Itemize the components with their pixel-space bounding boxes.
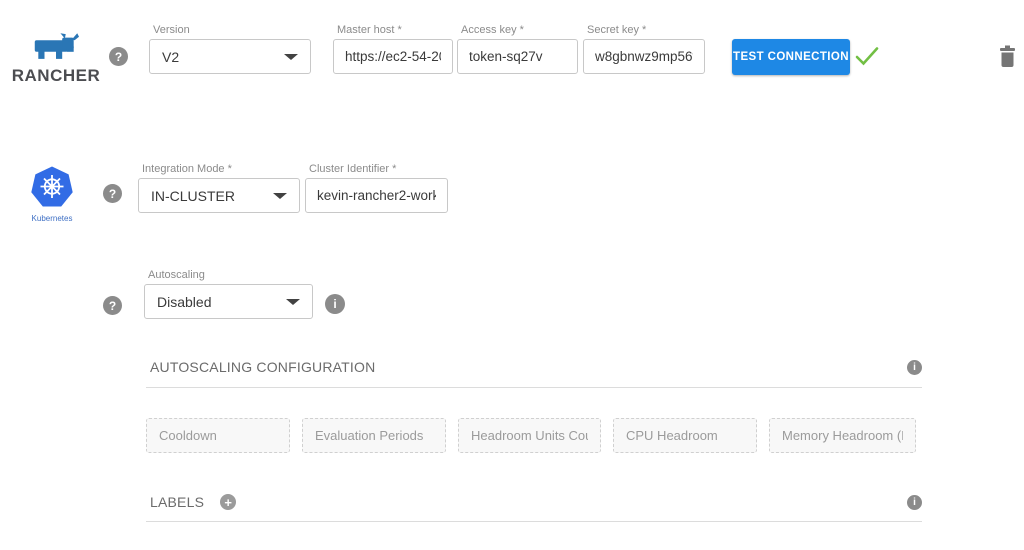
cluster-identifier-field: Cluster Identifier * xyxy=(305,163,448,213)
rancher-help-icon[interactable]: ? xyxy=(109,47,128,66)
labels-section: LABELS + i xyxy=(146,492,922,522)
help-glyph: ? xyxy=(109,299,116,313)
version-value: V2 xyxy=(162,49,179,65)
info-glyph: i xyxy=(913,497,916,508)
delete-trash-icon[interactable] xyxy=(999,45,1016,73)
kubernetes-helm-icon xyxy=(30,166,74,207)
test-connection-button[interactable]: TEST CONNECTION xyxy=(732,39,850,75)
kubernetes-logo: Kubernetes xyxy=(26,166,78,223)
autoscaling-label: Autoscaling xyxy=(144,269,313,284)
integration-mode-select[interactable]: IN-CLUSTER xyxy=(138,178,300,213)
labels-info-icon[interactable]: i xyxy=(907,495,922,510)
secret-key-field: Secret key * xyxy=(583,24,705,74)
plus-glyph: + xyxy=(224,495,232,510)
add-label-button[interactable]: + xyxy=(220,494,236,510)
master-host-field: Master host * xyxy=(333,24,453,74)
info-glyph: i xyxy=(333,297,336,311)
autoscaling-configuration-section: AUTOSCALING CONFIGURATION i xyxy=(146,357,922,388)
labels-title: LABELS xyxy=(146,494,204,510)
version-select[interactable]: V2 xyxy=(149,39,311,74)
autoscaling-select[interactable]: Disabled xyxy=(144,284,313,319)
rancher-logo-text: RANCHER xyxy=(6,66,106,86)
master-host-input[interactable] xyxy=(333,39,453,74)
info-glyph: i xyxy=(913,362,916,373)
access-key-field: Access key * xyxy=(457,24,578,74)
integration-mode-value: IN-CLUSTER xyxy=(151,188,235,204)
rancher-bull-icon xyxy=(33,33,79,60)
chevron-down-icon xyxy=(273,193,287,199)
cooldown-input xyxy=(146,418,290,453)
autoscaling-field: Autoscaling Disabled xyxy=(144,269,313,319)
secret-key-input[interactable] xyxy=(583,39,705,74)
secret-key-label: Secret key * xyxy=(583,24,705,39)
autoscaling-value: Disabled xyxy=(157,294,211,310)
rancher-logo: RANCHER xyxy=(6,33,106,86)
cluster-identifier-input[interactable] xyxy=(305,178,448,213)
evaluation-periods-input xyxy=(302,418,446,453)
section-divider xyxy=(146,521,922,522)
chevron-down-icon xyxy=(286,299,300,305)
success-check-icon xyxy=(855,46,879,72)
cluster-identifier-label: Cluster Identifier * xyxy=(305,163,448,178)
help-glyph: ? xyxy=(115,50,122,64)
access-key-input[interactable] xyxy=(457,39,578,74)
autoscaling-configuration-info-icon[interactable]: i xyxy=(907,360,922,375)
memory-headroom-input xyxy=(769,418,916,453)
integration-mode-label: Integration Mode * xyxy=(138,163,300,178)
version-field: Version V2 xyxy=(149,24,311,74)
cpu-headroom-input xyxy=(613,418,757,453)
access-key-label: Access key * xyxy=(457,24,578,39)
autoscaling-help-icon[interactable]: ? xyxy=(103,296,122,315)
master-host-label: Master host * xyxy=(333,24,453,39)
kubernetes-help-icon[interactable]: ? xyxy=(103,184,122,203)
version-label: Version xyxy=(149,24,311,39)
help-glyph: ? xyxy=(109,187,116,201)
autoscaling-info-icon[interactable]: i xyxy=(325,294,345,314)
section-divider xyxy=(146,387,922,388)
autoscaling-configuration-fields xyxy=(146,418,916,453)
kubernetes-logo-text: Kubernetes xyxy=(26,214,78,223)
chevron-down-icon xyxy=(284,54,298,60)
headroom-units-count-input xyxy=(458,418,601,453)
integration-mode-field: Integration Mode * IN-CLUSTER xyxy=(138,163,300,213)
autoscaling-configuration-title: AUTOSCALING CONFIGURATION xyxy=(146,359,375,375)
